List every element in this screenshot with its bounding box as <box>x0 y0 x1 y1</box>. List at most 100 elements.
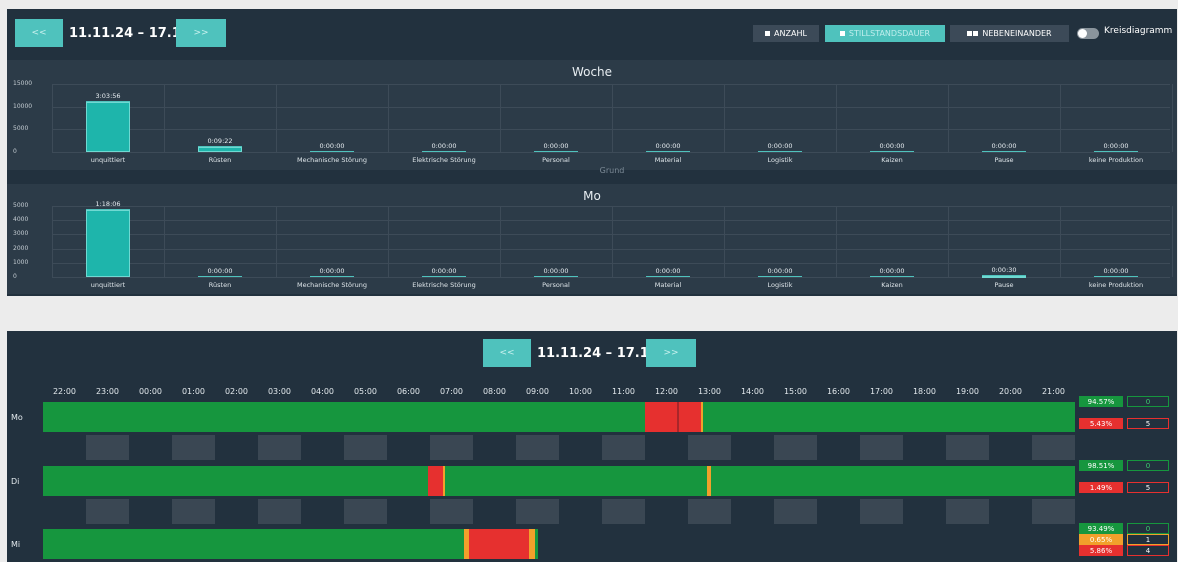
bar-value-label: 0:00:00 <box>198 267 242 277</box>
timeline-bar[interactable] <box>43 402 1075 432</box>
side-by-side-toggle-button[interactable]: NEBENEINANDER <box>950 25 1069 42</box>
gridline <box>52 129 1170 131</box>
timeline-segment-stop[interactable] <box>645 402 678 432</box>
hour-label: 13:00 <box>697 387 722 396</box>
timeline-bar[interactable] <box>43 466 1075 496</box>
hour-label: 07:00 <box>439 387 464 396</box>
y-tick-label: 3000 <box>13 230 29 238</box>
vertical-gridline <box>52 206 53 277</box>
vertical-gridline <box>500 206 501 277</box>
category-label: Kaizen <box>881 281 903 289</box>
bar-value-label: 0:00:00 <box>870 142 914 152</box>
downtime-reason-panel: << 11.11.24 – 17.11.24 >> ANZAHL STILLST… <box>7 9 1177 296</box>
count-toggle-label: ANZAHL <box>774 29 807 38</box>
hour-label: 04:00 <box>310 387 335 396</box>
hour-stripe <box>258 435 301 460</box>
bar-value-label: 0:00:00 <box>422 142 466 152</box>
category-label: keine Produktion <box>1088 156 1144 164</box>
hour-label: 14:00 <box>740 387 765 396</box>
hour-label: 18:00 <box>912 387 937 396</box>
timeline-segment-warn[interactable] <box>528 529 536 559</box>
hour-stripe <box>774 499 817 524</box>
vertical-gridline <box>948 206 949 277</box>
stat-percent: 0.65% <box>1079 534 1123 545</box>
chart-title: Woche <box>571 65 613 79</box>
downtime-duration-toggle-button[interactable]: STILLSTANDSDAUER <box>825 25 945 42</box>
timeline-segment-warn[interactable] <box>700 402 704 432</box>
bar-value-label: 0:00:00 <box>422 267 466 277</box>
timeline-segment-stop[interactable] <box>679 402 701 432</box>
hour-label: 15:00 <box>783 387 808 396</box>
hour-stripe <box>946 499 989 524</box>
week-chart: Woche 15000 10000 5000 0 3:03:56 unquittiert 0… <box>7 60 1177 175</box>
category-label: Pause <box>994 156 1014 164</box>
double-square-icon <box>967 29 979 38</box>
day-label: Mo <box>11 413 23 422</box>
category-label: unquittiert <box>90 281 126 289</box>
hour-label: 09:00 <box>525 387 550 396</box>
hour-stripe <box>602 435 645 460</box>
stat-count: 5 <box>1127 482 1169 493</box>
vertical-gridline <box>52 84 53 152</box>
side-by-side-toggle-label: NEBENEINANDER <box>982 29 1052 38</box>
stat-percent: 94.57% <box>1079 396 1123 407</box>
vertical-gridline <box>1060 206 1061 277</box>
y-tick-label: 1000 <box>13 258 29 266</box>
vertical-gridline <box>612 206 613 277</box>
count-toggle-button[interactable]: ANZAHL <box>753 25 819 42</box>
category-label: Personal <box>542 156 570 164</box>
chart-title: Mo <box>583 189 601 203</box>
category-label: Rüsten <box>208 156 232 164</box>
stat-percent: 5.43% <box>1079 418 1123 429</box>
hour-stripe <box>860 499 903 524</box>
pie-chart-switch[interactable] <box>1077 28 1099 39</box>
next-week-button[interactable]: >> <box>176 19 226 47</box>
hour-stripe <box>516 499 559 524</box>
hour-stripe-band <box>43 499 1075 524</box>
bar[interactable] <box>86 101 130 152</box>
bar[interactable] <box>86 210 130 277</box>
vertical-gridline <box>388 206 389 277</box>
hour-stripe <box>688 435 731 460</box>
bar-value-label: 0:00:00 <box>310 142 354 152</box>
hour-label: 22:00 <box>52 387 77 396</box>
vertical-gridline <box>500 84 501 152</box>
hour-label: 02:00 <box>224 387 249 396</box>
single-square-icon <box>765 31 771 36</box>
timeline-segment-warn[interactable] <box>442 466 446 496</box>
category-label: Elektrische Störung <box>412 156 476 164</box>
category-label: Material <box>654 156 682 164</box>
hour-stripe <box>946 435 989 460</box>
vertical-gridline <box>724 84 725 152</box>
x-axis-title: Grund <box>599 166 625 175</box>
timeline-segment-stop[interactable] <box>468 529 529 559</box>
bar[interactable] <box>982 276 1026 278</box>
hour-stripe-band <box>43 435 1075 460</box>
hour-label: 17:00 <box>869 387 894 396</box>
bar-value-label: 0:00:00 <box>646 267 690 277</box>
prev-week-button[interactable]: << <box>15 19 63 47</box>
bar[interactable] <box>198 146 242 152</box>
timeline-prev-button[interactable]: << <box>483 339 531 367</box>
hour-label: 21:00 <box>1041 387 1066 396</box>
bar-value-label: 0:00:00 <box>1094 267 1138 277</box>
hour-label: 12:00 <box>654 387 679 396</box>
hour-stripe <box>172 435 215 460</box>
bar-value-label: 0:00:00 <box>1094 142 1138 152</box>
hour-label: 23:00 <box>95 387 120 396</box>
vertical-gridline <box>1060 84 1061 152</box>
bar-value-label: 0:00:00 <box>758 142 802 152</box>
gridline <box>52 262 1170 264</box>
timeline-next-button[interactable]: >> <box>646 339 696 367</box>
timeline-segment-stop[interactable] <box>427 466 443 496</box>
bar-value-label: 0:00:00 <box>758 267 802 277</box>
timeline-bar[interactable] <box>43 529 538 559</box>
timeline-segment-warn[interactable] <box>707 466 711 496</box>
stat-count: 4 <box>1127 545 1169 556</box>
hour-label: 11:00 <box>611 387 636 396</box>
stat-count: 0 <box>1127 460 1169 471</box>
vertical-gridline <box>388 84 389 152</box>
hour-stripe <box>1032 499 1075 524</box>
category-label: unquittiert <box>90 156 126 164</box>
hour-label: 00:00 <box>138 387 163 396</box>
